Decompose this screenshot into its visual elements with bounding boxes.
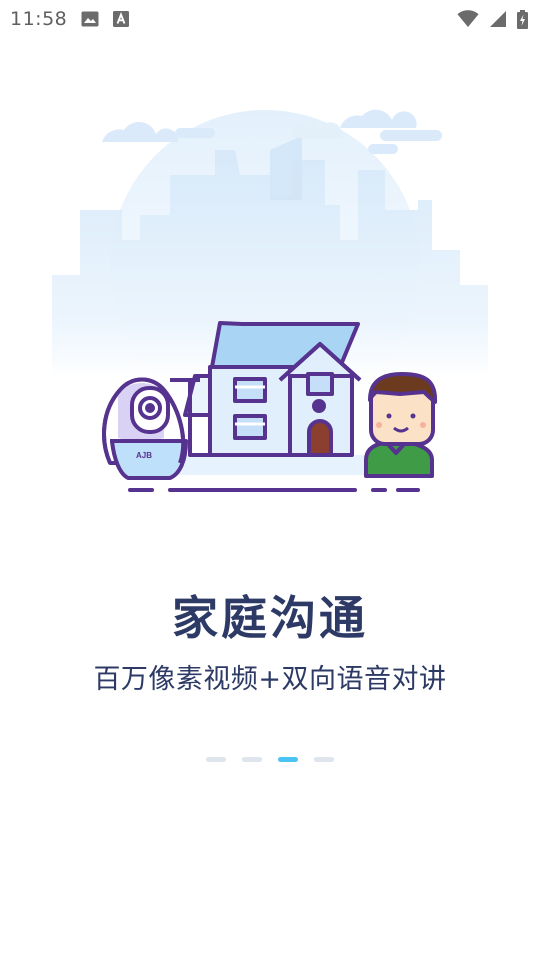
page-indicator [0,757,540,763]
image-icon [81,11,99,27]
page-indicator-dot[interactable] [314,757,334,762]
security-camera: AJB [102,377,188,480]
status-bar: 11:58 [0,0,540,38]
page-indicator-dot[interactable] [206,757,226,762]
status-time: 11:58 [10,8,68,30]
page-indicator-dot-active[interactable] [278,757,298,762]
text-a-icon [113,11,130,27]
onboarding-subtitle: 百万像素视频+双向语音对讲 [93,664,447,695]
person-avatar [364,372,438,478]
home-communication-illustration: AJB [52,109,488,492]
onboarding-title: 家庭沟通 [172,591,368,645]
battery-charging-icon [517,9,528,29]
camera-brand-label: AJB [136,451,152,460]
page-indicator-dot[interactable] [242,757,262,762]
signal-icon [490,11,506,27]
wifi-icon [457,10,479,28]
